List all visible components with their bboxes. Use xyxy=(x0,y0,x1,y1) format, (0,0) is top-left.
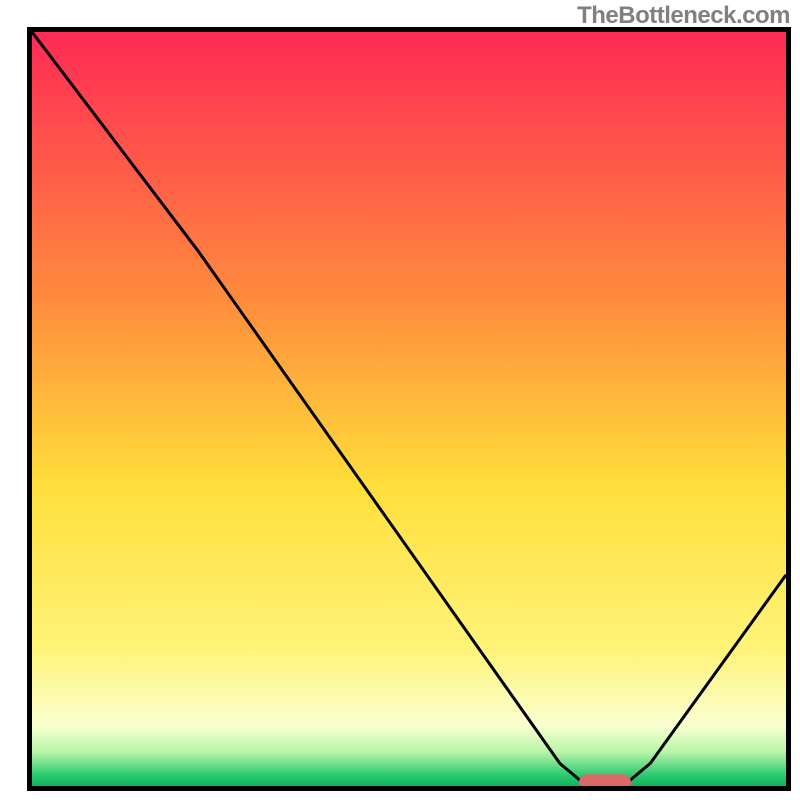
gradient-background xyxy=(32,32,786,786)
bottleneck-chart xyxy=(0,0,800,800)
watermark-label: TheBottleneck.com xyxy=(577,2,790,30)
chart-frame: TheBottleneck.com xyxy=(0,0,800,800)
